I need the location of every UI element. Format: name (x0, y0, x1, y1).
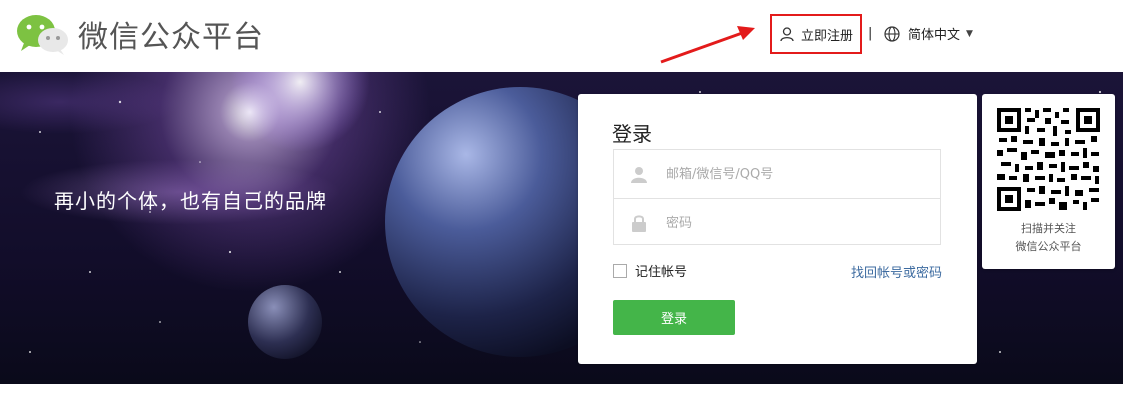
qr-card: 扫描并关注 微信公众平台 (982, 94, 1115, 269)
register-label: 立即注册 (800, 28, 853, 44)
login-button[interactable]: 登录 (613, 300, 735, 335)
qr-caption-line1: 扫描并关注 (1021, 222, 1076, 235)
account-input[interactable] (664, 165, 918, 183)
login-input-group (613, 149, 941, 245)
register-button[interactable]: 立即注册 (770, 14, 862, 54)
chevron-down-icon: ▼ (966, 28, 973, 39)
wechat-logo-icon (17, 15, 68, 55)
lock-icon (614, 214, 664, 232)
qr-caption-line2: 微信公众平台 (1015, 240, 1082, 253)
user-icon (780, 27, 794, 42)
user-icon (614, 165, 664, 183)
password-input[interactable] (664, 214, 918, 232)
banner-slogan: 再小的个体，也有自己的品牌 (54, 189, 327, 213)
account-row (614, 150, 940, 198)
forgot-link[interactable]: 找回帐号或密码 (851, 262, 942, 281)
language-label: 简体中文 (908, 28, 961, 43)
remember-label: 记住帐号 (635, 265, 688, 280)
password-row (614, 198, 940, 247)
top-header: 微信公众平台 立即注册 | 简体中文 ▼ (0, 0, 1123, 72)
header-separator: | (868, 26, 873, 41)
logo[interactable]: 微信公众平台 (16, 12, 264, 56)
qr-code-icon (995, 106, 1102, 213)
language-selector[interactable]: 简体中文 ▼ (884, 24, 973, 43)
globe-icon (884, 25, 900, 42)
arrow-icon (660, 26, 755, 64)
remember-checkbox[interactable] (613, 263, 627, 278)
remember-account[interactable]: 记住帐号 (613, 261, 687, 280)
logo-text: 微信公众平台 (78, 20, 264, 55)
login-card: 登录 记住帐号 找回帐号或密码 登录 (578, 94, 977, 364)
login-title: 登录 (612, 122, 652, 146)
